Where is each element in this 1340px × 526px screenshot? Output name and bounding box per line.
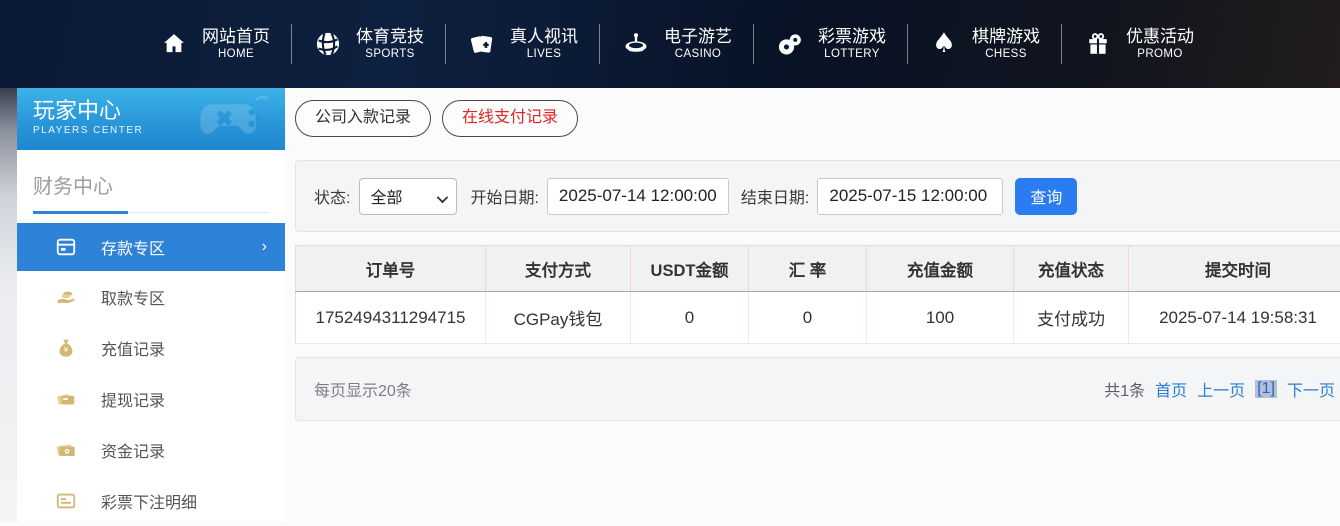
end-date-label: 结束日期: <box>741 184 809 208</box>
pagination-controls: 共1条 首页 上一页 [1] 下一页 <box>1104 377 1335 401</box>
sidebar-item-label: 提现记录 <box>101 387 165 411</box>
prev-page-link[interactable]: 上一页 <box>1197 377 1245 401</box>
sidebar-item-recharge-record[interactable]: ¥ 充值记录 <box>17 322 285 373</box>
nav-label-en: CASINO <box>664 47 732 62</box>
players-center-header: 玩家中心 PLAYERS CENTER <box>17 88 285 150</box>
records-table-wrap: 订单号 支付方式 USDT金额 汇 率 充值金额 充值状态 提交时间 17524… <box>295 245 1340 344</box>
sports-ball-icon <box>313 29 343 59</box>
col-submit-time: 提交时间 <box>1129 246 1340 292</box>
money-bag-icon: ¥ <box>55 337 77 359</box>
nav-item-lives[interactable]: 真人视讯 LIVES <box>446 27 599 62</box>
nav-item-promo[interactable]: 优惠活动 PROMO <box>1062 27 1215 62</box>
cell-exchange-rate: 0 <box>749 292 867 344</box>
chevron-down-icon <box>437 191 448 202</box>
main-content: 公司入款记录 在线支付记录 状态: 全部 开始日期: 结束日期: 查询 订单号 … <box>295 88 1340 521</box>
tab-company-deposit-records[interactable]: 公司入款记录 <box>295 100 431 137</box>
playing-cards-icon <box>467 29 497 59</box>
chevron-right-icon: › <box>262 238 267 256</box>
next-page-link[interactable]: 下一页 <box>1287 377 1335 401</box>
sidebar-item-funds-record[interactable]: 资金记录 <box>17 424 285 475</box>
deposit-card-icon <box>55 236 77 258</box>
current-page-indicator: [1] <box>1255 380 1277 398</box>
cell-usdt-amount: 0 <box>631 292 749 344</box>
nav-label-zh: 体育竞技 <box>356 27 424 47</box>
filter-bar: 状态: 全部 开始日期: 结束日期: 查询 <box>295 160 1340 232</box>
end-date-input[interactable] <box>817 178 1003 215</box>
nav-label-en: PROMO <box>1126 47 1194 62</box>
cell-submit-time: 2025-07-14 19:58:31 <box>1129 292 1340 344</box>
nav-label-zh: 电子游艺 <box>664 27 732 47</box>
hand-money-icon <box>55 286 77 308</box>
svg-text:¥: ¥ <box>64 345 69 354</box>
status-label: 状态: <box>314 184 350 208</box>
nav-label-zh: 彩票游戏 <box>818 27 886 47</box>
status-select-value: 全部 <box>370 184 402 208</box>
total-count-text: 共1条 <box>1104 377 1145 401</box>
section-underline <box>33 211 269 214</box>
gift-icon <box>1083 29 1113 59</box>
start-date-input[interactable] <box>547 178 729 215</box>
sidebar-item-label: 存款专区 <box>101 235 165 259</box>
wallet-cards-icon <box>55 388 77 410</box>
page-background-strip <box>0 88 17 521</box>
col-recharge-status: 充值状态 <box>1014 246 1129 292</box>
nav-label-zh: 优惠活动 <box>1126 27 1194 47</box>
roulette-icon <box>621 29 651 59</box>
records-table: 订单号 支付方式 USDT金额 汇 率 充值金额 充值状态 提交时间 17524… <box>295 245 1340 344</box>
table-header-row: 订单号 支付方式 USDT金额 汇 率 充值金额 充值状态 提交时间 <box>296 246 1340 292</box>
record-tabs: 公司入款记录 在线支付记录 <box>295 100 578 137</box>
sidebar-item-label: 充值记录 <box>101 336 165 360</box>
sidebar-item-withdrawal-record[interactable]: 提现记录 <box>17 373 285 424</box>
list-detail-icon <box>55 490 77 512</box>
finance-center-title: 财务中心 <box>33 170 269 199</box>
nav-item-sports[interactable]: 体育竞技 SPORTS <box>292 27 445 62</box>
nav-item-lottery[interactable]: 彩票游戏 LOTTERY <box>754 27 907 62</box>
home-icon <box>159 29 189 59</box>
query-button[interactable]: 查询 <box>1015 178 1077 215</box>
nav-label-zh: 棋牌游戏 <box>972 27 1040 47</box>
top-navigation: 网站首页 HOME 体育竞技 SPORTS 真人视讯 LIVES <box>0 0 1340 88</box>
nav-item-chess[interactable]: ♠ 棋牌游戏 CHESS <box>908 27 1061 62</box>
sidebar-menu: 存款专区 › 取款专区 ¥ 充值记录 <box>17 223 285 526</box>
sidebar-item-withdraw-zone[interactable]: 取款专区 <box>17 271 285 322</box>
col-order-number: 订单号 <box>296 246 486 292</box>
sidebar-item-lottery-bet-detail[interactable]: 彩票下注明细 <box>17 475 285 526</box>
sidebar: 玩家中心 PLAYERS CENTER 财务中心 <box>17 88 285 521</box>
gamepad-icon <box>197 92 275 150</box>
nav-label-en: CHESS <box>972 47 1040 62</box>
finance-center-section: 财务中心 <box>17 150 285 214</box>
status-select[interactable]: 全部 <box>359 178 457 215</box>
nav-label-en: LOTTERY <box>818 47 886 62</box>
sidebar-item-label: 资金记录 <box>101 438 165 462</box>
nav-label-zh: 网站首页 <box>202 27 270 47</box>
cell-payment-method: CGPay钱包 <box>486 292 631 344</box>
lottery-balls-icon <box>775 29 805 59</box>
banknote-icon <box>55 439 77 461</box>
spade-icon: ♠ <box>929 29 959 59</box>
sidebar-item-label: 取款专区 <box>101 285 165 309</box>
nav-label-zh: 真人视讯 <box>510 27 578 47</box>
nav-item-home[interactable]: 网站首页 HOME <box>138 27 291 62</box>
pagination-bar: 每页显示20条 共1条 首页 上一页 [1] 下一页 <box>295 357 1340 421</box>
col-exchange-rate: 汇 率 <box>749 246 867 292</box>
table-row: 1752494311294715 CGPay钱包 0 0 100 支付成功 20… <box>296 292 1340 344</box>
nav-label-en: LIVES <box>510 47 578 62</box>
cell-order-number: 1752494311294715 <box>296 292 486 344</box>
tab-online-payment-records[interactable]: 在线支付记录 <box>442 100 578 137</box>
page-size-text: 每页显示20条 <box>314 377 412 401</box>
sidebar-item-deposit-zone[interactable]: 存款专区 › <box>17 223 285 271</box>
col-recharge-amount: 充值金额 <box>867 246 1014 292</box>
cell-recharge-status: 支付成功 <box>1014 292 1129 344</box>
col-usdt-amount: USDT金额 <box>631 246 749 292</box>
start-date-label: 开始日期: <box>470 184 538 208</box>
col-payment-method: 支付方式 <box>486 246 631 292</box>
nav-label-en: SPORTS <box>356 47 424 62</box>
sidebar-item-label: 彩票下注明细 <box>101 489 197 513</box>
cell-recharge-amount: 100 <box>867 292 1014 344</box>
nav-item-casino[interactable]: 电子游艺 CASINO <box>600 27 753 62</box>
nav-label-en: HOME <box>202 47 270 62</box>
first-page-link[interactable]: 首页 <box>1155 377 1187 401</box>
